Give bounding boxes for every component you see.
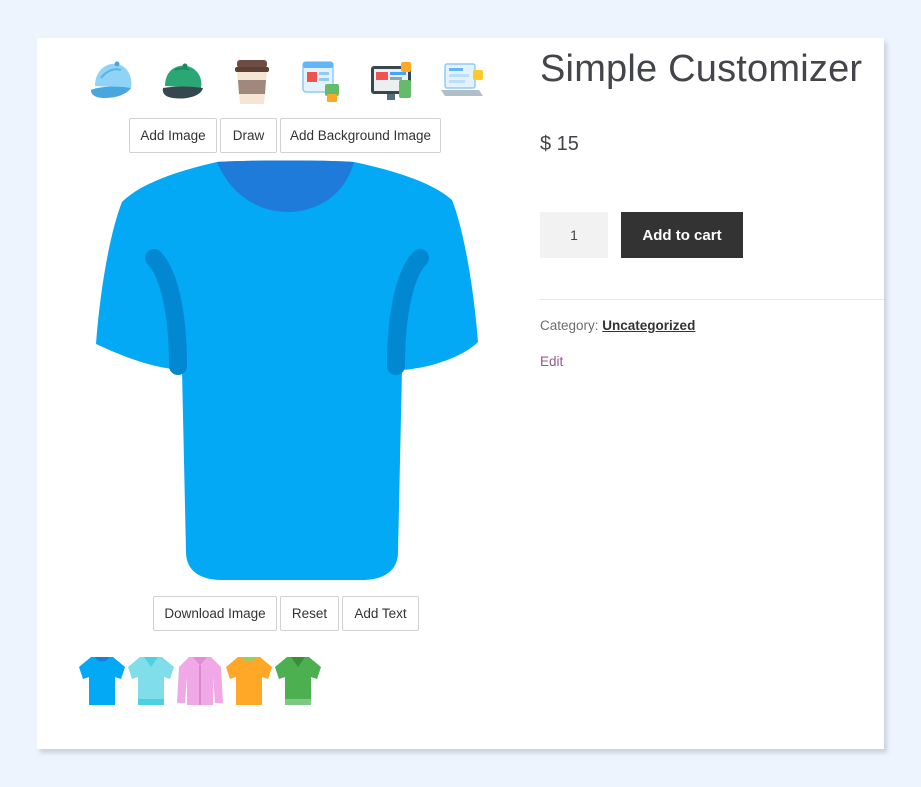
product-card: Add Image Draw Add Background Image Down… [37,38,884,749]
reset-button[interactable]: Reset [280,596,339,631]
design-canvas[interactable] [92,160,482,582]
monitor-design-icon[interactable] [367,56,417,108]
laptop-icon[interactable] [437,56,487,108]
category-link[interactable]: Uncategorized [602,318,695,333]
draw-button[interactable]: Draw [220,118,277,153]
quantity-input[interactable]: 1 [540,212,608,258]
cap-light-blue-icon[interactable] [87,56,137,108]
download-image-button[interactable]: Download Image [153,596,277,631]
pink-shirt-icon[interactable] [175,653,225,709]
add-image-button[interactable]: Add Image [129,118,217,153]
edit-link[interactable]: Edit [540,354,563,369]
green-polo-icon[interactable] [273,653,323,709]
coffee-cup-icon[interactable] [227,56,277,108]
teal-polo-icon[interactable] [126,653,176,709]
tshirt-canvas-image [96,160,478,580]
shirt-variants [77,653,337,709]
add-background-image-button[interactable]: Add Background Image [280,118,441,153]
divider [540,299,884,300]
product-icons-row [87,56,487,112]
cap-green-icon[interactable] [157,56,207,108]
category-label: Category: [540,318,599,333]
add-text-button[interactable]: Add Text [342,596,419,631]
web-design-icon[interactable] [297,56,347,108]
product-price: $ 15 [540,133,579,155]
orange-tshirt-icon[interactable] [224,653,274,709]
blue-tshirt-icon[interactable] [77,653,127,709]
add-to-cart-button[interactable]: Add to cart [621,212,743,258]
product-title: Simple Customizer [540,48,863,90]
product-meta: Category: Uncategorized [540,318,695,333]
